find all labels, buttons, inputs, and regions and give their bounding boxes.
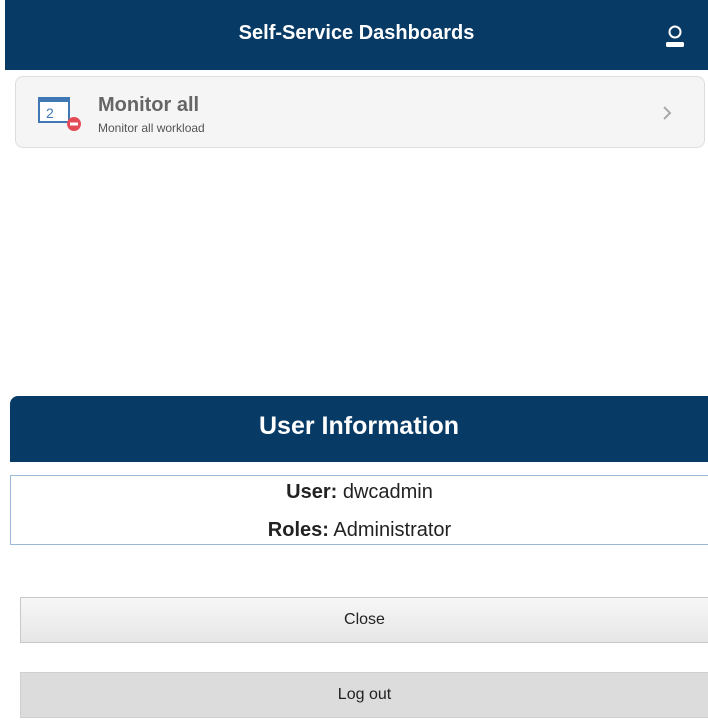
app-header: Self-Service Dashboards	[5, 0, 708, 70]
close-button[interactable]: Close	[20, 597, 708, 643]
user-info-box: User: dwcadmin Roles: Administrator	[10, 475, 708, 545]
list-item-title: Monitor all	[98, 94, 200, 116]
list-item-subtitle: Monitor all workload	[98, 121, 205, 135]
roles-line: Roles: Administrator	[11, 519, 708, 542]
user-information-dialog: User Information User: dwcadmin Roles: A…	[10, 396, 708, 723]
icon-number: 2	[46, 105, 54, 121]
user-label: User:	[286, 481, 338, 503]
user-value: dwcadmin	[342, 481, 433, 503]
page-title: Self-Service Dashboards	[238, 22, 475, 44]
logout-button[interactable]: Log out	[20, 672, 708, 718]
chevron-right-icon	[663, 106, 672, 120]
user-icon[interactable]	[665, 25, 685, 49]
dialog-header: User Information	[10, 396, 708, 462]
roles-value: Administrator	[333, 519, 452, 541]
user-line: User: dwcadmin	[11, 481, 708, 504]
list-item-monitor-all[interactable]: 2 Monitor all Monitor all workload	[15, 76, 705, 148]
roles-label: Roles:	[267, 519, 329, 541]
dashboard-monitor-icon: 2	[38, 97, 81, 131]
dialog-title: User Information	[258, 412, 460, 440]
